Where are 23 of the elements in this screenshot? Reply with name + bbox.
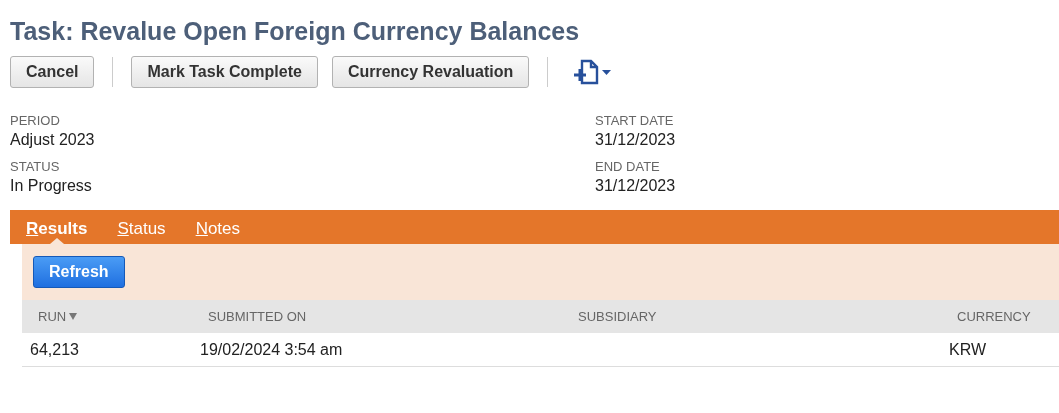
field-label: PERIOD	[10, 112, 61, 129]
column-header[interactable]: SUBMITTED ON	[208, 306, 307, 327]
tab[interactable]: Notes	[195, 218, 241, 244]
field-value: In Progress	[10, 176, 93, 196]
field-label: STATUS	[10, 158, 61, 175]
column-header[interactable]: SUBSIDIARY	[578, 306, 657, 327]
refresh-button[interactable]: Refresh	[33, 256, 125, 288]
table-cell: 64,213	[30, 340, 79, 358]
field-value: 31/12/2023	[595, 176, 677, 196]
sort-descending-icon[interactable]	[69, 313, 78, 320]
field-label: END DATE	[595, 158, 661, 175]
field-value: 31/12/2023	[595, 130, 677, 150]
column-header[interactable]: CURRENCY	[957, 306, 1031, 327]
table-cell: KRW	[949, 340, 987, 358]
toolbar-button[interactable]: Currency Revaluation	[331, 56, 530, 88]
toolbar-button[interactable]: Mark Task Complete	[131, 56, 318, 88]
page-title: Task: Revalue Open Foreign Currency Balances	[10, 16, 581, 47]
tab[interactable]: Status	[117, 218, 166, 244]
field-value: Adjust 2023	[10, 130, 96, 150]
toolbar-button[interactable]: Cancel	[10, 56, 95, 88]
field-label: START DATE	[595, 112, 675, 129]
column-header[interactable]: RUN	[38, 306, 78, 327]
table-cell: 19/02/2024 3:54 am	[200, 340, 343, 358]
